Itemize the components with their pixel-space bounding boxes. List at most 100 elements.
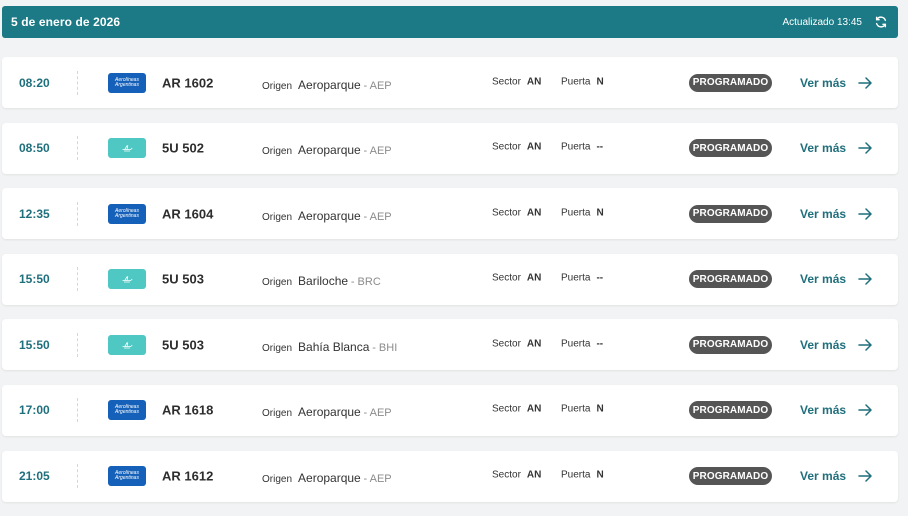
- see-more-link[interactable]: Ver más: [800, 141, 872, 155]
- flybondi-logo: [108, 138, 146, 159]
- gate-value: N: [596, 403, 604, 415]
- flight-row-1: 08:20 Aerolíneas Argentinas AR 1602 Orig…: [2, 57, 898, 108]
- sector-label: Sector: [492, 76, 521, 87]
- see-more-link[interactable]: Ver más: [800, 272, 872, 286]
- sector-label: Sector: [492, 207, 521, 219]
- flight-number: AR 1604: [162, 206, 214, 222]
- row-divider: [77, 267, 78, 292]
- origin-code: - AEP: [363, 407, 392, 420]
- date-title: 5 de enero de 2026: [11, 15, 121, 29]
- arrow-right-icon: [858, 273, 872, 286]
- sector-value: AN: [526, 141, 542, 153]
- status-badge: PROGRAMADO: [689, 139, 772, 158]
- see-more-link[interactable]: Ver más: [800, 403, 872, 417]
- see-more-label: Ver más: [800, 141, 847, 156]
- flight-time: 12:35: [19, 206, 50, 221]
- gate-value: N: [596, 76, 604, 87]
- row-divider: [77, 398, 78, 423]
- flybondi-logo: [108, 334, 146, 355]
- status-badge: PROGRAMADO: [689, 204, 772, 223]
- sector-value: AN: [526, 403, 542, 415]
- see-more-label: Ver más: [800, 75, 847, 90]
- sector-value: AN: [526, 338, 542, 350]
- flight-time: 21:05: [19, 469, 50, 484]
- see-more-link[interactable]: Ver más: [800, 76, 872, 90]
- flight-gate: Puerta N: [561, 404, 604, 415]
- flight-origin: Origen Bariloche - BRC: [262, 274, 381, 288]
- gate-value: --: [596, 141, 604, 153]
- origin-label: Origen: [262, 80, 293, 92]
- origin-label: Origen: [262, 342, 293, 354]
- refresh-icon[interactable]: [874, 15, 888, 29]
- sector-label: Sector: [492, 272, 521, 284]
- flight-origin: Origen Aeroparque - AEP: [262, 405, 392, 419]
- sector-label: Sector: [492, 403, 521, 415]
- row-divider: [77, 332, 78, 357]
- flight-time: 17:00: [19, 403, 50, 418]
- status-badge: PROGRAMADO: [689, 401, 772, 420]
- flight-time: 15:50: [19, 337, 50, 352]
- flight-origin: Origen Aeroparque - AEP: [262, 209, 392, 223]
- airline-logo-text: Aerolíneas Argentinas: [115, 404, 139, 416]
- airline-logo-text: Aerolíneas Argentinas: [115, 207, 139, 219]
- see-more-link[interactable]: Ver más: [800, 338, 872, 352]
- arrow-right-icon: [858, 404, 872, 417]
- flight-origin: Origen Aeroparque - AEP: [262, 143, 392, 157]
- flybondi-logo: [108, 269, 146, 290]
- flight-number: 5U 503: [162, 337, 204, 353]
- origin-city: Bariloche: [298, 274, 349, 289]
- flight-number: 5U 502: [162, 140, 204, 156]
- row-divider: [77, 201, 78, 226]
- arrow-right-icon: [858, 207, 872, 220]
- origin-label: Origen: [262, 277, 293, 289]
- gate-label: Puerta: [561, 76, 591, 87]
- arrow-right-icon: [858, 142, 872, 154]
- flight-row-6: 17:00 Aerolíneas Argentinas AR 1618 Orig…: [2, 384, 898, 436]
- status-badge: PROGRAMADO: [689, 467, 772, 486]
- see-more-link[interactable]: Ver más: [800, 469, 872, 483]
- see-more-label: Ver más: [800, 272, 847, 287]
- see-more-label: Ver más: [800, 206, 847, 221]
- gate-label: Puerta: [561, 141, 591, 153]
- flight-sector: Sector AN: [492, 142, 541, 153]
- flight-origin: Origen Bahía Blanca - BHI: [262, 340, 397, 354]
- last-updated: Actualizado 13:45: [782, 16, 862, 28]
- sector-value: AN: [526, 272, 542, 284]
- date-header: 5 de enero de 2026 Actualizado 13:45: [2, 6, 898, 38]
- gate-value: --: [596, 338, 604, 350]
- status-badge: PROGRAMADO: [689, 335, 772, 354]
- row-divider: [77, 70, 78, 95]
- arrow-right-icon: [858, 76, 872, 89]
- flight-row-4: 15:50 5U 503 Origen Bariloche - BRC Sect…: [2, 253, 898, 305]
- gate-value: N: [596, 469, 604, 481]
- see-more-label: Ver más: [800, 469, 847, 484]
- flight-time: 15:50: [19, 272, 50, 287]
- origin-city: Aeroparque: [298, 405, 361, 420]
- status-badge: PROGRAMADO: [689, 73, 772, 92]
- sector-value: AN: [526, 76, 542, 87]
- flight-gate: Puerta N: [561, 76, 604, 87]
- arrow-right-icon: [858, 339, 872, 351]
- see-more-label: Ver más: [800, 337, 847, 352]
- aerolineas-argentinas-logo: Aerolíneas Argentinas: [108, 400, 146, 421]
- origin-label: Origen: [262, 146, 293, 158]
- origin-code: - AEP: [363, 210, 392, 223]
- origin-city: Bahía Blanca: [298, 339, 370, 354]
- sector-label: Sector: [492, 141, 521, 153]
- flight-sector: Sector AN: [492, 76, 541, 87]
- origin-city: Aeroparque: [298, 471, 361, 486]
- gate-value: N: [596, 207, 604, 219]
- row-divider: [77, 136, 78, 161]
- arrow-right-icon: [858, 470, 872, 482]
- origin-code: - BRC: [350, 276, 381, 289]
- flight-gate: Puerta --: [561, 273, 603, 284]
- flight-gate: Puerta --: [561, 338, 603, 349]
- origin-label: Origen: [262, 408, 293, 420]
- flight-row-2: 08:50 5U 502 Origen Aeroparque - AEP Sec…: [2, 122, 898, 174]
- origin-label: Origen: [262, 211, 293, 223]
- flight-time: 08:50: [19, 141, 50, 156]
- origin-code: - AEP: [363, 79, 392, 92]
- origin-code: - BHI: [372, 341, 398, 354]
- flight-gate: Puerta N: [561, 207, 604, 218]
- see-more-link[interactable]: Ver más: [800, 207, 872, 221]
